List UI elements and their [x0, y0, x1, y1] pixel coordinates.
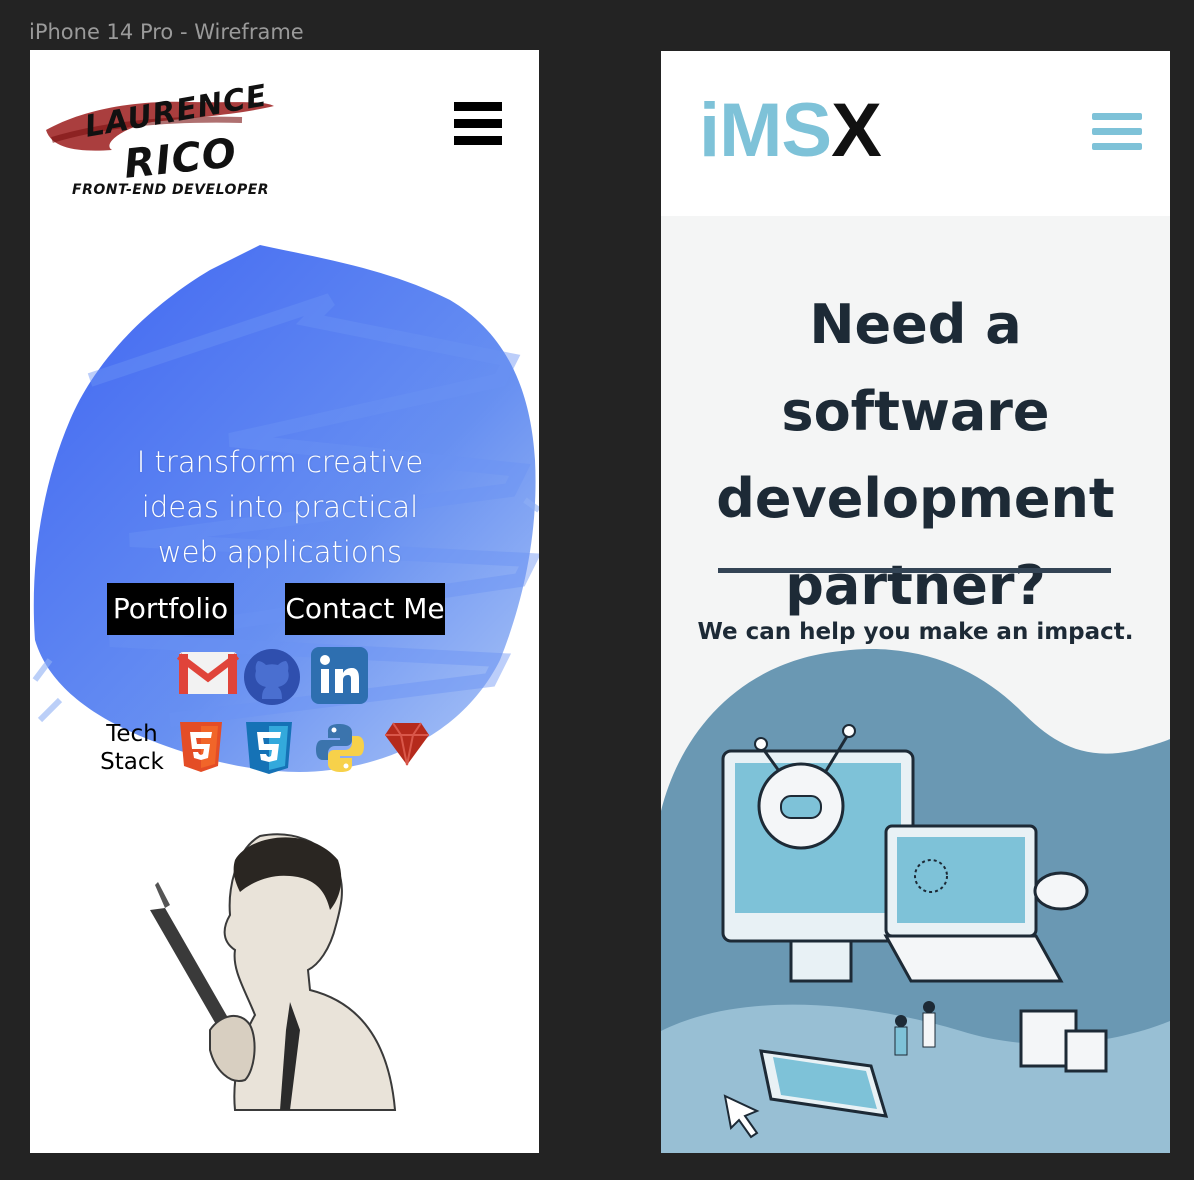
tech-stack-label-line2: Stack: [100, 749, 164, 775]
portfolio-button[interactable]: Portfolio: [107, 583, 234, 635]
hero-subtitle: We can help you make an impact.: [697, 619, 1134, 645]
hamburger-icon[interactable]: [454, 102, 502, 146]
html5-icon: [180, 722, 222, 772]
developer-portrait: [150, 833, 397, 1111]
tech-stack-label: Tech Stack: [92, 720, 172, 776]
tech-stack-label-line1: Tech: [106, 721, 158, 747]
contact-me-button[interactable]: Contact Me: [285, 583, 445, 635]
tech-illustration: [661, 649, 1170, 1153]
frame-label: iPhone 14 Pro - Wireframe: [29, 20, 304, 44]
logo-x: X: [831, 88, 882, 173]
hero-tagline: I transform creative ideas into practica…: [136, 445, 424, 569]
logo-ms: MS: [719, 88, 832, 173]
github-icon[interactable]: [242, 647, 302, 707]
laurence-rico-phone-frame: LAURENCE RICO FRONT-END DEVELOPER I tran…: [30, 50, 539, 1153]
imsx-phone-frame: iMSX Need a software development partner…: [661, 51, 1170, 1153]
top-navbar: iMSX: [661, 51, 1170, 216]
laurence-rico-logo[interactable]: LAURENCE RICO FRONT-END DEVELOPER: [42, 70, 277, 205]
linkedin-icon[interactable]: [311, 647, 368, 704]
hero-divider: [718, 568, 1111, 573]
gmail-icon[interactable]: [177, 648, 239, 698]
css3-icon: [246, 722, 292, 774]
ruby-icon: [385, 722, 429, 766]
logo-i: i: [699, 88, 720, 173]
python-icon: [316, 724, 364, 772]
imsx-logo[interactable]: iMSX: [699, 87, 882, 174]
logo-subtitle: FRONT-END DEVELOPER: [72, 182, 270, 198]
hero-title: Need a software development partner?: [716, 293, 1115, 617]
hamburger-icon[interactable]: [1092, 113, 1142, 157]
